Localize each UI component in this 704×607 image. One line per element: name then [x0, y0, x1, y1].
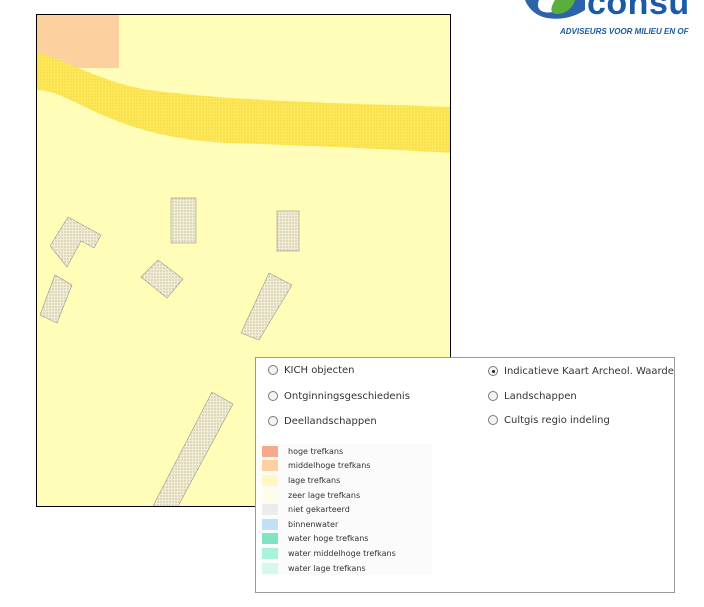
polygon: [276, 210, 300, 252]
legend-swatch: [262, 547, 278, 559]
layer-option-indicatieve-kaart[interactable]: Indicatieve Kaart Archeol. Waarde: [488, 363, 674, 379]
layer-option-ontginningsgeschiedenis[interactable]: Ontginningsgeschiedenis: [268, 388, 410, 404]
radio-button[interactable]: [268, 391, 278, 401]
legend-swatch: [262, 562, 278, 574]
legend-swatch: [262, 504, 278, 516]
legend-item: binnenwater: [262, 517, 432, 532]
layer-option-label: Landschappen: [504, 390, 577, 402]
layer-option-label: Ontginningsgeschiedenis: [284, 390, 410, 402]
layer-option-label: Deellandschappen: [284, 415, 377, 427]
legend-swatch: [262, 489, 278, 501]
legend-item: middelhoge trefkans: [262, 459, 432, 474]
legend-item: water middelhoge trefkans: [262, 546, 432, 561]
legend-label: hoge trefkans: [288, 446, 344, 456]
legend-label: water lage trefkans: [288, 563, 366, 573]
radio-button[interactable]: [488, 391, 498, 401]
legend-item: hoge trefkans: [262, 444, 432, 459]
legend-label: water hoge trefkans: [288, 534, 369, 544]
radio-button-selected[interactable]: [488, 366, 498, 376]
legend-item: water lage trefkans: [262, 561, 432, 576]
legend-item: water hoge trefkans: [262, 532, 432, 547]
layer-option-label: KICH objecten: [284, 364, 355, 376]
legend-swatch: [262, 533, 278, 545]
legend-swatch: [262, 445, 278, 457]
layer-option-label: Cultgis regio indeling: [504, 414, 610, 426]
map-legend: hoge trefkans middelhoge trefkans lage tre…: [262, 444, 432, 576]
legend-label: water middelhoge trefkans: [288, 548, 396, 558]
layer-option-kich[interactable]: KICH objecten: [268, 362, 355, 378]
layer-option-cultgis[interactable]: Cultgis regio indeling: [488, 412, 610, 428]
legend-label: middelhoge trefkans: [288, 461, 371, 471]
logo-tagline: ADVISEURS VOOR MILIEU EN OF: [560, 27, 689, 36]
legend-item: zeer lage trefkans: [262, 488, 432, 503]
legend-swatch: [262, 474, 278, 486]
legend-swatch: [262, 518, 278, 530]
radio-button[interactable]: [268, 416, 278, 426]
company-logo: consu ADVISEURS VOOR MILIEU EN OF: [525, 0, 704, 40]
logo-text: consu: [587, 0, 690, 22]
legend-item: lage trefkans: [262, 473, 432, 488]
radio-button[interactable]: [488, 415, 498, 425]
layer-option-deellandschappen[interactable]: Deellandschappen: [268, 413, 377, 429]
legend-item: niet gekarteerd: [262, 502, 432, 517]
legend-label: niet gekarteerd: [288, 505, 350, 515]
layer-option-label: Indicatieve Kaart Archeol. Waarde: [504, 365, 674, 377]
logo-mark-icon: [525, 0, 585, 19]
legend-label: zeer lage trefkans: [288, 490, 361, 500]
radio-button[interactable]: [268, 365, 278, 375]
legend-label: lage trefkans: [288, 475, 341, 485]
polygon: [170, 197, 197, 244]
legend-label: binnenwater: [288, 519, 339, 529]
legend-swatch: [262, 460, 278, 472]
layer-option-landschappen[interactable]: Landschappen: [488, 388, 577, 404]
layer-panel: KICH objecten Indicatieve Kaart Archeol.…: [255, 357, 675, 593]
